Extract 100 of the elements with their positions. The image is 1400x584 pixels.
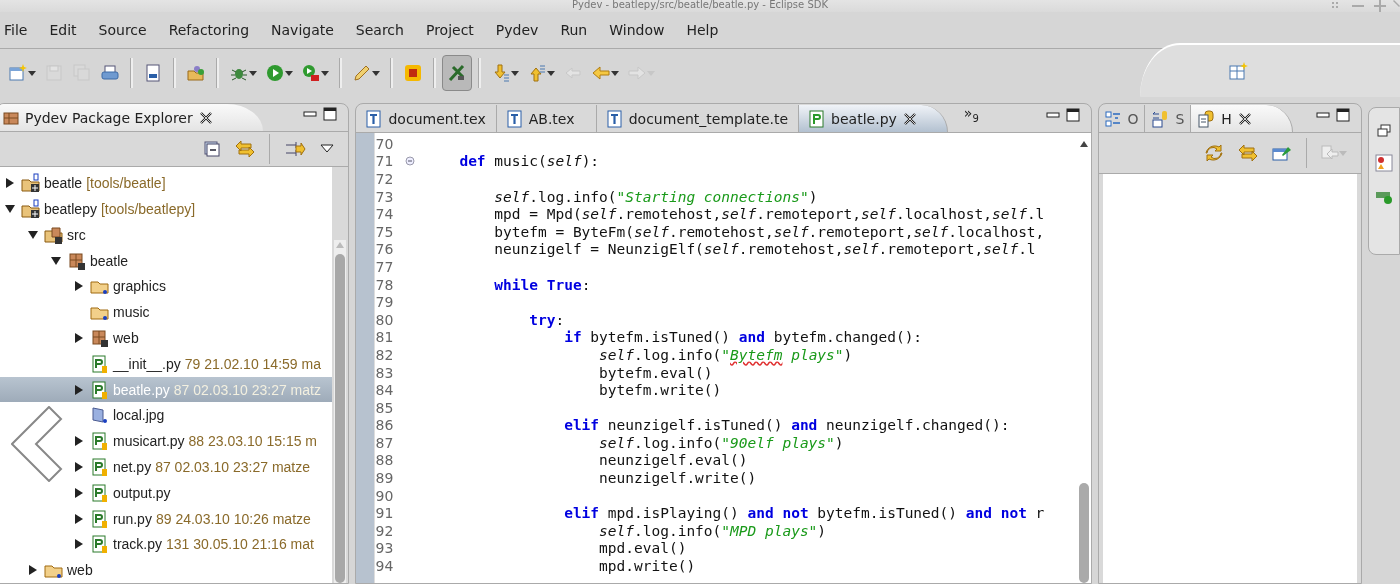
next-icon [491,63,511,83]
expand-arrow-icon[interactable] [73,512,85,525]
line-number: 83 [375,364,395,381]
maximize-icon[interactable] [1066,108,1081,122]
code-line: bytefm = ByteFm(self.remotehost,self.remoteport,self.localhost, [493,223,1045,240]
line-number: 79 [375,294,395,311]
tree-item[interactable]: output.py [0,479,333,506]
history-icon [1321,144,1340,162]
expand-arrow-icon[interactable] [27,564,39,577]
menu-item[interactable]: File [0,22,39,38]
editor-tab[interactable]: document_template.te [596,105,800,132]
tree-item[interactable]: graphics [0,273,333,300]
menu-item[interactable]: Window [598,22,676,38]
expand-arrow-icon[interactable] [4,177,16,190]
link-icon[interactable] [1238,144,1259,162]
expand-arrow-icon[interactable] [73,331,85,344]
menu-item[interactable]: Run [549,22,599,38]
python-file-icon [90,508,110,529]
tree-item[interactable]: local.jpg [0,402,333,429]
tree-item[interactable]: src [0,221,333,248]
line-number: 80 [375,311,395,328]
collapse-arrow-icon[interactable] [50,254,62,267]
caret-icon[interactable] [321,70,329,76]
tree-item[interactable]: beatlepy [tools/beatlepy] [0,196,333,222]
tree-item[interactable]: run.py 89 24.03.10 10:26 matze [0,505,333,532]
package-icon [3,109,19,126]
editor-tab[interactable]: AB.tex [496,105,597,132]
caret-icon[interactable] [372,70,380,76]
collapse-arrow-icon[interactable] [27,228,39,241]
scroll-thumb[interactable] [335,254,346,583]
view-menu-icon[interactable] [320,144,335,155]
chevron-left-icon[interactable] [11,406,63,482]
close-icon[interactable] [1237,111,1252,126]
menu-item[interactable]: Search [344,22,415,38]
menu-item[interactable]: Pydev [484,22,550,38]
expand-arrow-icon[interactable] [73,460,85,473]
line-number: 87 [375,434,395,451]
scrollbar[interactable] [334,240,347,583]
menu-item[interactable]: Source [87,22,158,38]
code-line: def music(self): [458,153,600,170]
menu-item[interactable]: Edit [38,22,88,38]
tree-item[interactable]: __init__.py 79 21.02.10 14:59 ma [0,350,333,377]
code-line: try: [528,311,565,328]
caret-icon[interactable] [511,70,519,76]
collapse-arrow-icon[interactable] [4,202,16,215]
view-tab[interactable]: Pydev Package Explorer [0,104,263,131]
tree-item[interactable]: music [0,299,333,326]
tree-item[interactable]: beatle [0,247,333,274]
editor-tab[interactable]: document.tex [356,105,497,132]
tree-item[interactable]: net.py 87 02.03.10 23:27 matze [0,454,333,480]
expand-arrow-icon[interactable] [73,486,85,499]
project-icon [21,173,41,194]
line-number: 93 [375,540,395,557]
expand-arrow-icon[interactable] [73,435,85,448]
close-icon[interactable] [198,110,213,125]
python-file-icon [90,379,110,400]
sync-icon[interactable] [1204,143,1225,163]
menu-item[interactable]: Navigate [260,22,345,38]
menu-item[interactable]: Refactoring [157,22,261,38]
code-line: bytefm.write() [598,382,722,399]
caret-icon[interactable] [28,70,36,76]
tree-item[interactable]: musicart.py 88 23.03.10 15:15 m [0,428,333,454]
hierarchy-icon [1197,109,1216,128]
line-number: 84 [375,382,395,399]
more-tabs-button[interactable]: »$_{9}$ [963,104,979,124]
collapse-all-icon[interactable] [203,140,222,159]
open-perspective-icon[interactable] [1228,61,1248,81]
maximize-icon[interactable] [1336,108,1351,122]
caret-icon[interactable] [547,70,555,76]
print-icon [100,63,120,83]
view-tab[interactable]: H [1191,105,1293,132]
caret-icon[interactable] [611,70,619,76]
caret-icon[interactable] [249,70,257,76]
close-icon[interactable] [902,111,917,126]
menu-item[interactable]: Project [414,22,485,38]
line-number: 78 [375,276,395,293]
problems-icon[interactable] [1375,154,1393,172]
tree-item[interactable]: track.py 131 30.05.10 21:16 mat [0,531,333,558]
tree-item[interactable]: web [0,325,333,351]
tree-item[interactable]: web [0,557,333,583]
scroll-thumb[interactable] [1079,483,1090,583]
filter-icon[interactable] [284,140,307,159]
expand-arrow-icon[interactable] [73,538,85,551]
expand-arrow-icon[interactable] [73,383,85,396]
tree-item[interactable]: beatle [tools/beatle] [0,170,333,197]
line-number: 72 [375,171,395,187]
toggle-button[interactable] [442,55,472,91]
scroll-up-icon[interactable] [1079,139,1090,149]
line-number: 94 [375,558,395,575]
caret-icon[interactable] [285,70,293,76]
link-icon[interactable] [235,140,256,159]
open-project-icon [186,63,206,83]
editor-tab[interactable]: beatle.py [799,105,948,132]
maximize-icon[interactable] [323,107,338,121]
menu-item[interactable]: Help [675,22,730,38]
pin-icon[interactable] [1272,144,1293,162]
view-tab[interactable]: O [1099,105,1146,132]
restore-icon[interactable] [1377,124,1391,138]
expand-arrow-icon[interactable] [73,280,85,293]
fold-icon[interactable] [405,156,416,167]
